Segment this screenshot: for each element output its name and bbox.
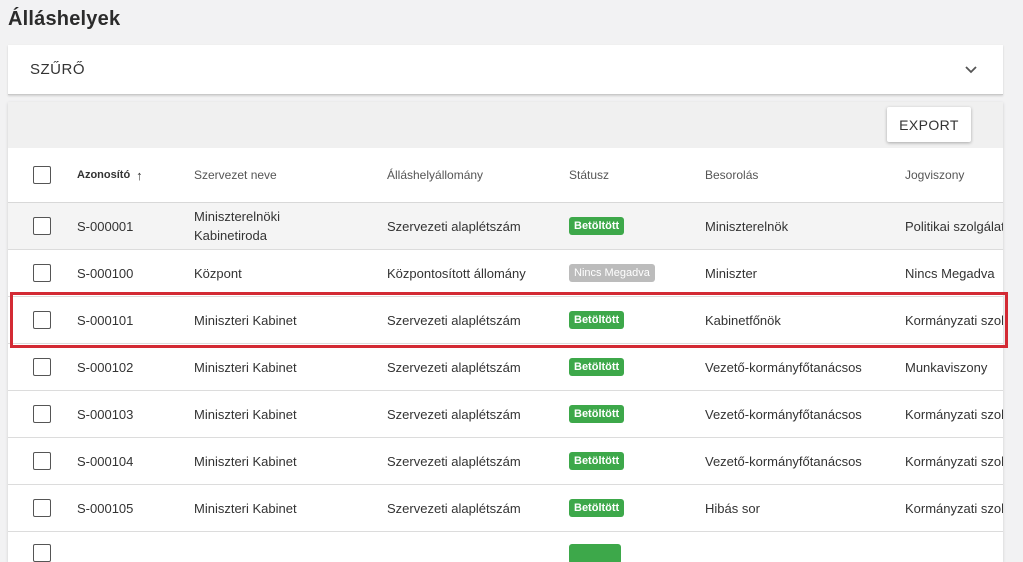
column-header-id[interactable]: Azonosító ↑ [77, 148, 143, 202]
cell-org: Miniszteri Kabinet [194, 406, 297, 422]
cell-classification: Kabinetfőnök [705, 312, 781, 328]
cell-legal: Kormányzati szolg [905, 453, 1003, 469]
cell-id: S-000103 [77, 406, 134, 422]
export-button[interactable]: EXPORT [887, 107, 971, 142]
cell-org: Miniszteri Kabinet [194, 359, 297, 375]
status-badge: Betöltött [569, 452, 625, 470]
column-header-status[interactable]: Státusz [569, 148, 609, 202]
table-row[interactable]: S-000104 Miniszteri Kabinet Szervezeti a… [8, 438, 1003, 485]
cell-legal: Kormányzati szolg [905, 500, 1003, 516]
table-row[interactable]: S-000105 Miniszteri Kabinet Szervezeti a… [8, 485, 1003, 532]
cell-classification: Miniszter [705, 265, 758, 281]
table-row[interactable]: S-000100 Központ Központosított állomány… [8, 250, 1003, 297]
cell-legal: Politikai szolgálat [905, 218, 1003, 234]
row-checkbox[interactable] [33, 405, 51, 423]
cell-position: Szervezeti alaplétszám [387, 406, 521, 422]
row-checkbox[interactable] [33, 499, 51, 517]
cell-legal: Kormányzati szolg [905, 312, 1003, 328]
column-header-legal[interactable]: Jogviszony [905, 148, 964, 202]
cell-id: S-000001 [77, 218, 134, 234]
cell-id: S-000104 [77, 453, 134, 469]
cell-org: Miniszteri Kabinet [194, 312, 297, 328]
column-header-position[interactable]: Álláshelyállomány [387, 148, 483, 202]
table-row[interactable]: S-000001 Miniszterelnöki Kabinetiroda Sz… [8, 203, 1003, 250]
table-row[interactable]: S-000101 Miniszteri Kabinet Szervezeti a… [8, 297, 1003, 344]
cell-org: Miniszteri Kabinet [194, 500, 297, 516]
select-all-checkbox[interactable] [33, 166, 51, 184]
arrow-up-icon: ↑ [136, 167, 143, 183]
cell-position: Központosított állomány [387, 265, 526, 281]
row-checkbox[interactable] [33, 217, 51, 235]
status-badge: Betöltött [569, 499, 625, 517]
column-header-org[interactable]: Szervezet neve [194, 148, 277, 202]
row-checkbox[interactable] [33, 358, 51, 376]
column-header-classification[interactable]: Besorolás [705, 148, 758, 202]
cell-id: S-000102 [77, 359, 134, 375]
status-badge: Betöltött [569, 405, 625, 423]
filter-label: SZŰRŐ [30, 61, 85, 78]
cell-org: Miniszterelnöki Kabinetiroda [194, 209, 280, 243]
row-checkbox[interactable] [33, 311, 51, 329]
cell-id: S-000105 [77, 500, 134, 516]
status-badge [569, 544, 621, 562]
cell-legal: Munkaviszony [905, 359, 988, 375]
status-badge: Betöltött [569, 358, 625, 376]
status-badge: Betöltött [569, 217, 625, 235]
row-checkbox[interactable] [33, 264, 51, 282]
page-title: Álláshelyek [8, 8, 121, 30]
cell-id: S-000101 [77, 312, 134, 328]
status-badge: Betöltött [569, 311, 625, 329]
cell-position: Szervezeti alaplétszám [387, 500, 521, 516]
cell-legal: Kormányzati szolg [905, 406, 1003, 422]
cell-id: S-000100 [77, 265, 134, 281]
cell-position: Szervezeti alaplétszám [387, 359, 521, 375]
cell-classification: Miniszterelnök [705, 218, 789, 234]
column-header-id-label: Azonosító [77, 169, 131, 181]
cell-classification: Vezető-kormányfőtanácsos [705, 453, 862, 469]
cell-legal: Nincs Megadva [905, 265, 995, 281]
filter-panel[interactable]: SZŰRŐ [8, 45, 1003, 95]
row-checkbox[interactable] [33, 544, 51, 562]
table-toolbar: EXPORT [8, 102, 1003, 148]
cell-org: Miniszteri Kabinet [194, 453, 297, 469]
status-badge: Nincs Megadva [569, 264, 655, 282]
cell-position: Szervezeti alaplétszám [387, 453, 521, 469]
row-checkbox[interactable] [33, 452, 51, 470]
chevron-down-icon[interactable] [963, 61, 979, 77]
cell-position: Szervezeti alaplétszám [387, 312, 521, 328]
table-row[interactable]: S-000103 Miniszteri Kabinet Szervezeti a… [8, 391, 1003, 438]
table-row[interactable]: S-000102 Miniszteri Kabinet Szervezeti a… [8, 344, 1003, 391]
cell-classification: Hibás sor [705, 500, 760, 516]
table-row-partial[interactable] [8, 532, 1003, 562]
cell-classification: Vezető-kormányfőtanácsos [705, 406, 862, 422]
cell-org: Központ [194, 265, 242, 281]
positions-table: EXPORT Azonosító ↑ Szervezet neve Állásh… [8, 102, 1003, 562]
table-header: Azonosító ↑ Szervezet neve Álláshelyállo… [8, 148, 1003, 203]
cell-classification: Vezető-kormányfőtanácsos [705, 359, 862, 375]
cell-position: Szervezeti alaplétszám [387, 218, 521, 234]
